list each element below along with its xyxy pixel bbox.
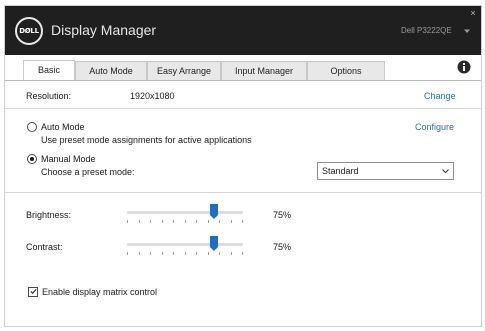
preset-mode-value: Standard — [322, 166, 359, 176]
matrix-control-label[interactable]: Enable display matrix control — [42, 287, 157, 297]
section-divider — [5, 108, 481, 109]
brightness-label: Brightness: — [26, 210, 72, 220]
slider-tick — [231, 220, 232, 223]
contrast-label: Contrast: — [26, 242, 63, 252]
slider-tick — [150, 220, 151, 223]
preset-mode-select[interactable]: Standard — [317, 162, 454, 180]
monitor-name[interactable]: Dell P3222QE — [401, 26, 452, 35]
brightness-slider[interactable] — [127, 204, 243, 224]
slider-tick — [127, 220, 128, 223]
slider-tick — [196, 252, 197, 255]
resolution-label: Resolution: — [26, 91, 72, 101]
manual-mode-description: Choose a preset mode: — [41, 167, 135, 177]
tab-auto-mode[interactable]: Auto Mode — [75, 61, 147, 80]
slider-tick — [242, 220, 243, 223]
auto-mode-description: Use preset mode assignments for active a… — [41, 135, 252, 145]
contrast-value: 75% — [273, 242, 292, 252]
slider-tick — [219, 252, 220, 255]
app-title: Display Manager — [51, 22, 157, 38]
slider-tick — [127, 252, 128, 255]
tab-options[interactable]: Options — [307, 61, 385, 80]
slider-tick — [139, 252, 140, 255]
slider-tick — [208, 220, 209, 223]
slider-tick — [173, 252, 174, 255]
slider-tick — [150, 252, 151, 255]
tab-divider — [5, 80, 481, 81]
dell-logo: DØLL — [15, 17, 43, 45]
slider-track[interactable] — [127, 211, 243, 214]
slider-tick — [139, 220, 140, 223]
manual-mode-radio[interactable] — [27, 154, 37, 164]
slider-tick — [219, 220, 220, 223]
slider-tick — [185, 220, 186, 223]
auto-mode-label[interactable]: Auto Mode — [41, 122, 85, 132]
logo-text: DØLL — [19, 27, 39, 35]
slider-ticks — [127, 252, 243, 256]
configure-link[interactable]: Configure — [415, 122, 454, 132]
close-icon[interactable]: × — [468, 8, 478, 18]
slider-track[interactable] — [127, 243, 243, 246]
slider-tick — [162, 220, 163, 223]
resolution-value: 1920x1080 — [130, 91, 175, 101]
slider-tick — [196, 220, 197, 223]
chevron-down-icon — [442, 169, 449, 174]
tab-basic[interactable]: Basic — [23, 60, 75, 80]
slider-thumb[interactable] — [210, 204, 218, 220]
slider-tick — [173, 220, 174, 223]
contrast-slider[interactable] — [127, 236, 243, 256]
title-bar: DØLL Display Manager Dell P3222QE × — [5, 6, 481, 55]
matrix-control-checkbox[interactable] — [28, 287, 38, 297]
display-manager-window: DØLL Display Manager Dell P3222QE × Basi… — [4, 5, 482, 327]
section-divider — [5, 192, 481, 193]
slider-tick — [231, 252, 232, 255]
brightness-value: 75% — [273, 210, 292, 220]
tab-easy-arrange[interactable]: Easy Arrange — [147, 61, 221, 80]
change-resolution-link[interactable]: Change — [424, 91, 456, 101]
check-icon — [30, 288, 37, 295]
basic-tab-content: Resolution: 1920x1080 Change Auto Mode U… — [5, 82, 481, 326]
slider-tick — [242, 252, 243, 255]
slider-thumb[interactable] — [210, 236, 218, 252]
info-icon[interactable] — [457, 60, 471, 74]
manual-mode-label[interactable]: Manual Mode — [41, 154, 96, 164]
slider-ticks — [127, 220, 243, 224]
chevron-down-icon[interactable] — [462, 26, 472, 36]
slider-tick — [208, 252, 209, 255]
tab-input-manager[interactable]: Input Manager — [221, 61, 307, 80]
slider-tick — [185, 252, 186, 255]
slider-tick — [162, 252, 163, 255]
auto-mode-radio[interactable] — [27, 122, 37, 132]
